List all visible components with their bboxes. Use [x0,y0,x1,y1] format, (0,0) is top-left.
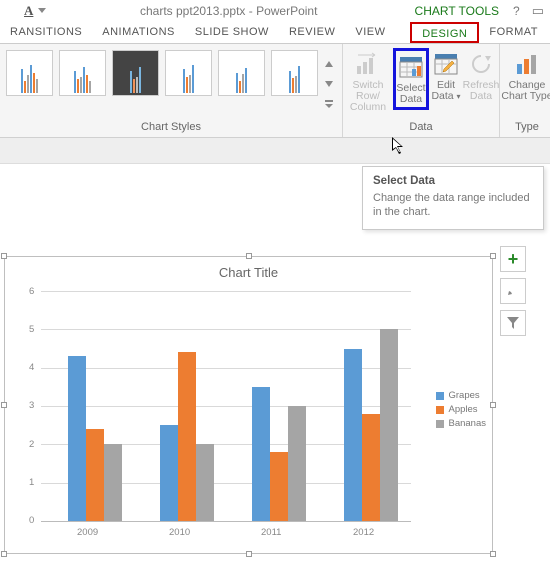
bar[interactable] [288,406,306,521]
change-chart-type-button[interactable]: ChangeChart Type [500,48,550,118]
resize-handle[interactable] [1,253,7,259]
chart-style-thumb[interactable] [271,50,318,96]
chart-title[interactable]: Chart Title [5,257,492,284]
type-group: ChangeChart Type Type [500,44,550,137]
resize-handle[interactable] [246,253,252,259]
help-icon[interactable]: ? [507,4,526,18]
tab-transitions[interactable]: RANSITIONS [0,22,92,43]
bar[interactable] [270,452,288,521]
y-tick: 0 [29,515,34,526]
resize-handle[interactable] [1,402,7,408]
bar[interactable] [380,329,398,521]
chart-styles-button[interactable] [500,278,526,304]
bar[interactable] [362,414,380,521]
chart-style-thumb[interactable] [165,50,212,96]
y-tick: 6 [29,286,34,297]
bar-cluster[interactable] [61,356,129,521]
switch-icon [354,50,382,78]
resize-handle[interactable] [490,253,496,259]
group-label-styles: Chart Styles [0,118,342,137]
funnel-icon [506,316,520,330]
window-title: charts ppt2013.pptx - PowerPoint [0,4,407,18]
data-group: Switch Row/Column SelectData EditData ▾ … [343,44,500,137]
x-tick: 2009 [77,527,98,538]
x-tick: 2010 [169,527,190,538]
chevron-down-icon[interactable] [38,8,46,14]
bar[interactable] [196,444,214,521]
chart-styles-group: Chart Styles [0,44,343,137]
refresh-data-button: RefreshData [463,48,499,104]
chart-elements-button[interactable]: + [500,246,526,272]
bar[interactable] [160,425,178,521]
switch-row-column-button: Switch Row/Column [343,48,393,115]
edit-data-icon [432,50,460,78]
gallery-more-icon[interactable] [324,100,334,108]
scroll-up-icon[interactable] [324,60,334,68]
y-tick: 4 [29,362,34,373]
chart-style-thumb[interactable] [59,50,106,96]
tab-format[interactable]: FORMAT [479,22,550,43]
legend-item: Bananas [436,418,486,429]
chart-style-thumb[interactable] [218,50,265,96]
chart-object[interactable]: Chart Title 0 1 2 3 4 5 6 2009 2010 2011… [4,256,493,554]
ribbon: Chart Styles Switch Row/Column SelectDat… [0,44,550,138]
x-tick: 2011 [261,527,281,538]
tooltip-select-data: Select Data Change the data range includ… [362,166,544,230]
group-label-data: Data [343,118,499,137]
change-chart-type-icon [513,50,541,78]
resize-handle[interactable] [490,551,496,557]
resize-handle[interactable] [1,551,7,557]
contextual-tab-label: CHART TOOLS [407,4,507,18]
title-bar: A charts ppt2013.pptx - PowerPoint CHART… [0,0,550,22]
bar[interactable] [104,444,122,521]
font-color-icon[interactable]: A [24,3,33,19]
scroll-down-icon[interactable] [324,80,334,88]
select-data-icon [397,53,425,81]
y-tick: 1 [29,477,34,488]
bar[interactable] [68,356,86,521]
ribbon-tabs: RANSITIONS ANIMATIONS SLIDE SHOW REVIEW … [0,22,550,44]
plot-area[interactable] [41,291,411,521]
chart-style-thumb[interactable] [6,50,53,96]
group-label-type: Type [500,118,550,137]
bar-cluster[interactable] [337,329,405,521]
chart-side-buttons: + [500,246,526,336]
legend[interactable]: Grapes Apples Bananas [436,387,486,432]
chart-filters-button[interactable] [500,310,526,336]
x-tick: 2012 [353,527,374,538]
tab-view[interactable]: VIEW [345,22,395,43]
bar-cluster[interactable] [153,352,221,521]
tab-design[interactable]: DESIGN [410,22,479,43]
bar-cluster[interactable] [245,387,313,521]
legend-item: Apples [436,404,486,415]
resize-handle[interactable] [490,402,496,408]
tooltip-body: Change the data range included in the ch… [373,191,533,219]
tab-slideshow[interactable]: SLIDE SHOW [185,22,279,43]
y-tick: 3 [29,400,34,411]
y-tick: 2 [29,439,34,450]
tab-animations[interactable]: ANIMATIONS [92,22,185,43]
bar[interactable] [86,429,104,521]
select-data-button[interactable]: SelectData [393,48,429,110]
ribbon-options-icon[interactable]: ▭ [526,3,550,19]
chart-style-thumb[interactable] [112,50,159,96]
y-tick: 5 [29,324,34,335]
brush-icon [505,283,521,299]
refresh-icon [467,50,495,78]
bar[interactable] [344,349,362,522]
legend-item: Grapes [436,390,486,401]
tab-review[interactable]: REVIEW [279,22,345,43]
resize-handle[interactable] [246,551,252,557]
bar[interactable] [252,387,270,521]
slide-thumb-strip [0,138,550,164]
tooltip-title: Select Data [373,175,533,187]
bar[interactable] [178,352,196,521]
edit-data-button[interactable]: EditData ▾ [429,48,463,104]
